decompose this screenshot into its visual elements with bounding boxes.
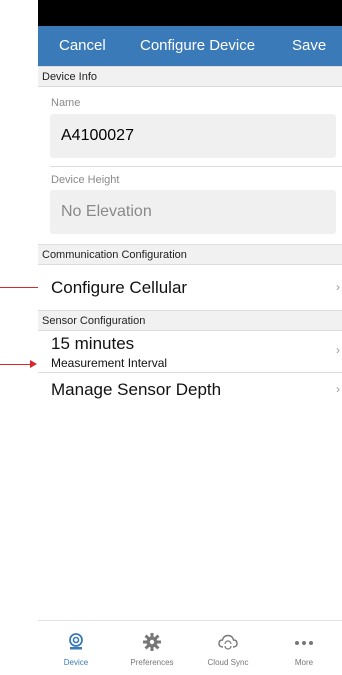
section-header-device-info: Device Info: [38, 66, 342, 87]
manage-sensor-depth-label: Manage Sensor Depth: [51, 380, 222, 399]
tab-label: Preferences: [130, 658, 174, 667]
configure-cellular-row[interactable]: Configure Cellular ›: [38, 266, 342, 311]
section-header-sensor: Sensor Configuration: [38, 310, 342, 331]
manage-sensor-depth-row[interactable]: Manage Sensor Depth ›: [38, 373, 342, 409]
divider: [50, 166, 342, 167]
tab-label: Cloud Sync: [207, 658, 249, 667]
chevron-right-icon: ›: [336, 280, 340, 294]
name-field[interactable]: A4100027: [50, 114, 336, 158]
annotation-arrow-cellular: [0, 287, 42, 288]
tab-more[interactable]: More: [266, 621, 342, 675]
annotation-arrow-interval: [0, 364, 32, 365]
cancel-button[interactable]: Cancel: [59, 37, 106, 54]
gear-icon: [143, 633, 161, 651]
status-bar: [38, 0, 342, 26]
tab-device[interactable]: Device: [38, 621, 114, 675]
device-icon: [69, 633, 83, 650]
tab-label: Device: [63, 658, 89, 667]
more-dots-icon: [295, 641, 313, 645]
measurement-interval-row[interactable]: 15 minutes Measurement Interval ›: [38, 332, 342, 372]
navigation-bar: Cancel Configure Device Save: [38, 26, 342, 66]
save-button[interactable]: Save: [292, 37, 326, 54]
tab-cloud-sync[interactable]: Cloud Sync: [190, 621, 266, 675]
page-title: Configure Device: [140, 37, 256, 54]
measurement-interval-label: Measurement Interval: [51, 356, 168, 370]
tab-label: More: [294, 658, 314, 667]
section-header-communication: Communication Configuration: [38, 244, 342, 265]
measurement-interval-value: 15 minutes: [51, 334, 135, 353]
annotation-arrowhead-interval: [30, 360, 37, 368]
configure-cellular-label: Configure Cellular: [51, 278, 188, 297]
device-height-field[interactable]: No Elevation: [50, 190, 336, 234]
phone-screen: Cancel Configure Device Save Device Info…: [38, 0, 342, 675]
device-height-label: Device Height: [51, 174, 120, 186]
chevron-right-icon: ›: [336, 343, 340, 357]
chevron-right-icon: ›: [336, 382, 340, 396]
cloud-sync-icon: [218, 634, 238, 650]
tab-preferences[interactable]: Preferences: [114, 621, 190, 675]
tab-bar: Device Preferences Cloud Sync More: [38, 620, 342, 675]
name-label: Name: [51, 97, 81, 109]
